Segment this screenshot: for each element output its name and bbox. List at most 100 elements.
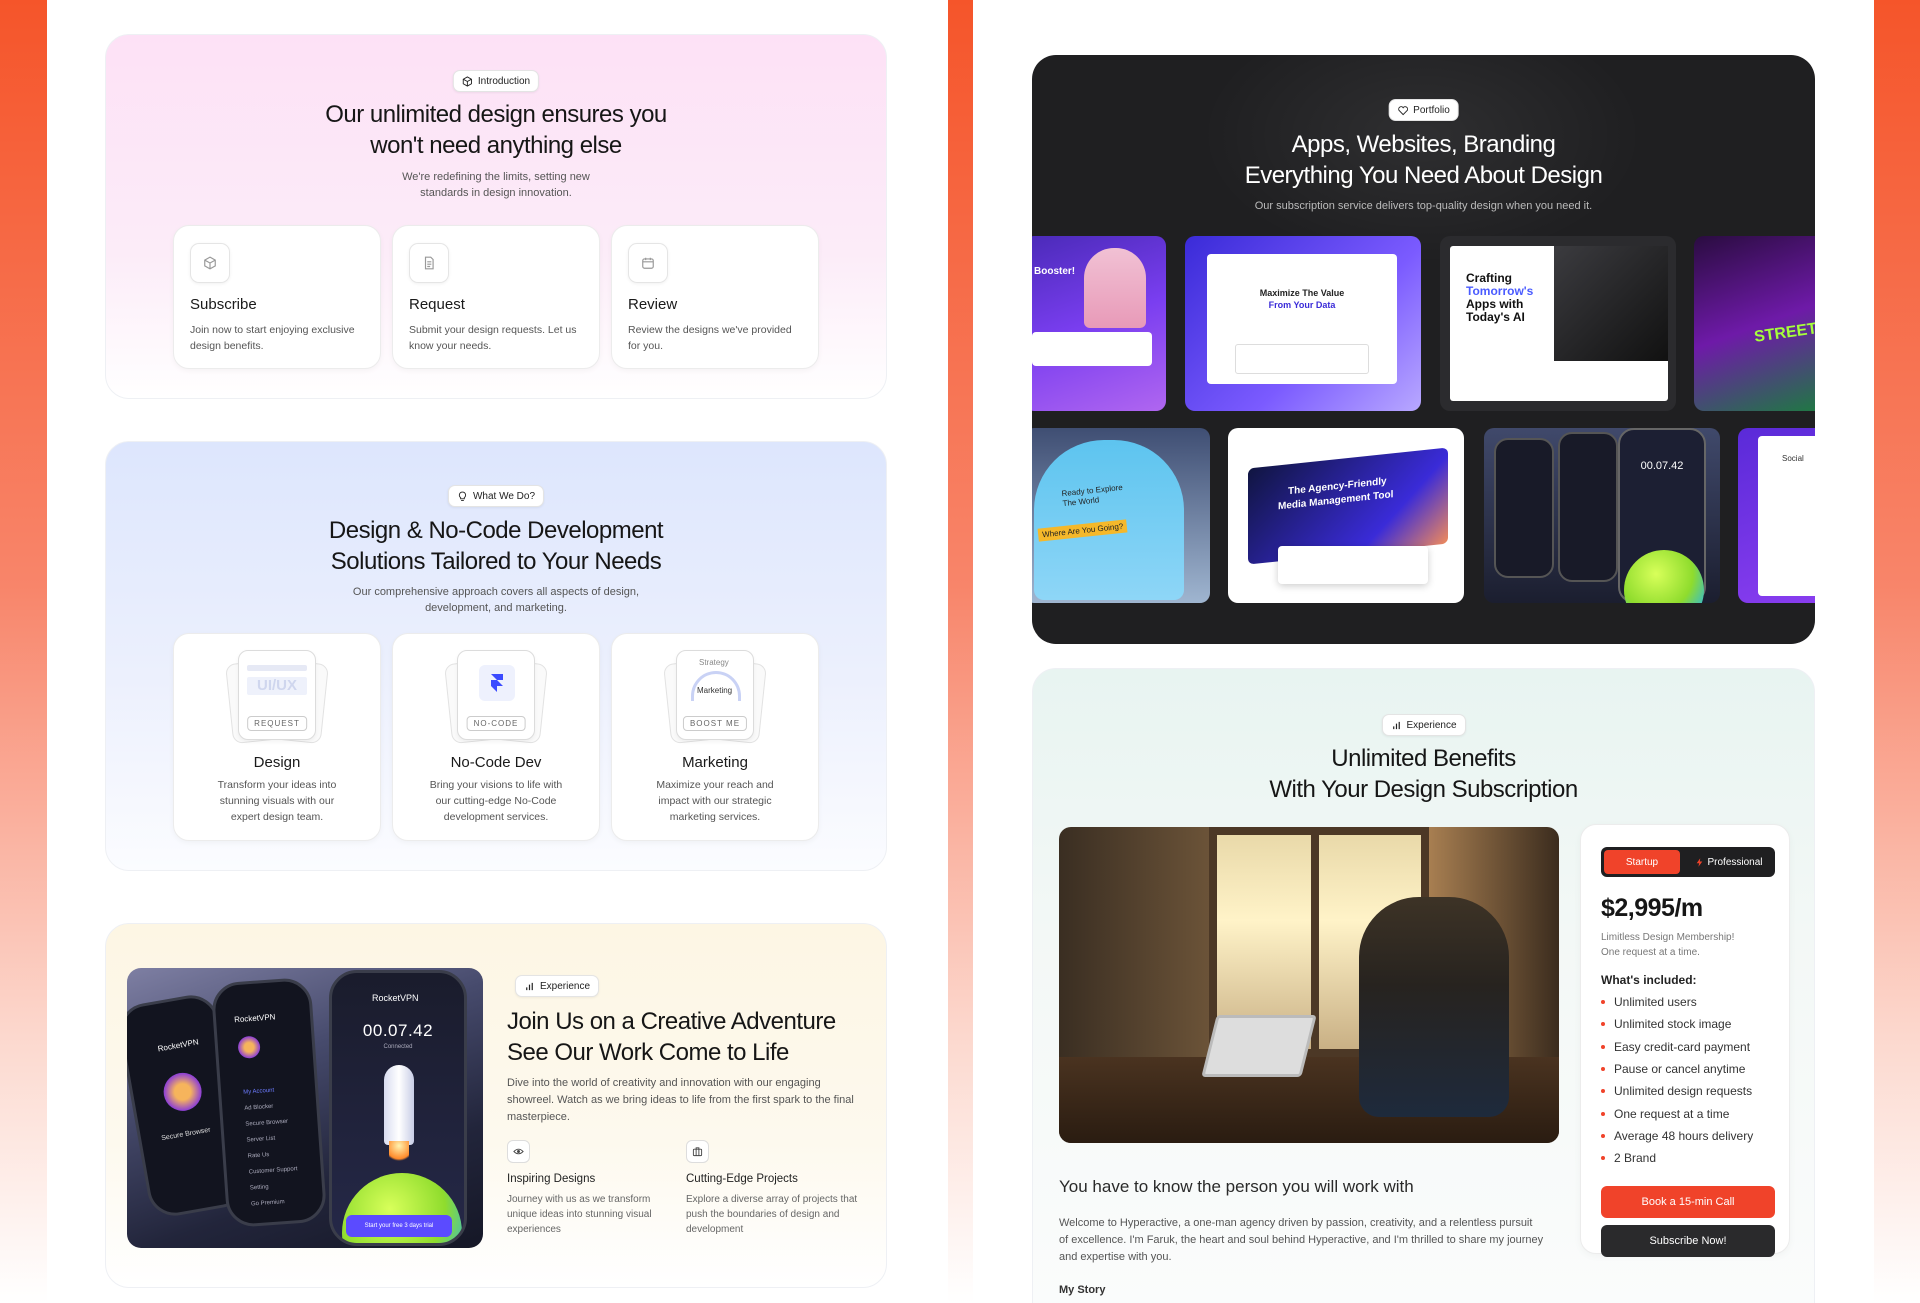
book-call-button[interactable]: Book a 15-min Call [1601,1186,1775,1218]
intro-title: Our unlimited design ensures you won't n… [106,99,886,161]
feature-inspiring: Inspiring Designs Journey with us as we … [507,1140,675,1237]
shot-label: Today's AI [1466,310,1525,324]
boost-tag: BOOST ME [682,716,748,731]
framer-logo-icon [479,665,515,701]
shot-label: Maximize The Value [1259,288,1345,298]
showreel-badge-label: Experience [540,980,591,992]
calendar-icon [628,243,668,283]
phone-secure-label: Secure Browser [160,1126,212,1143]
portfolio-shot-social[interactable]: Social [1738,428,1815,603]
feature-cutting-edge: Cutting-Edge Projects Explore a diverse … [686,1140,861,1237]
feature-item: Unlimited users [1601,995,1697,1009]
avatar [237,1035,261,1059]
rocket-icon [384,1065,414,1145]
services-badge-label: What We Do? [472,490,536,502]
plan-desc-line1: Limitless Design Membership! [1601,932,1735,943]
phone-app-name: RocketVPN [157,1037,200,1054]
showreel-section: RocketVPN Secure Browser RocketVPN My Ac… [105,923,887,1288]
shot-label: STREET ART [1753,315,1815,346]
showreel-title-line2: See Our Work Come to Life [507,1039,789,1066]
right-panel: Portfolio Apps, Websites, Branding Every… [973,0,1874,1303]
service-card-design: UI/UX REQUEST Design Transform your idea… [173,633,381,841]
framer-illustration: NO-CODE [444,650,548,745]
phone-status: Connected [383,1044,413,1050]
intro-title-line1: Our unlimited design ensures you [325,101,667,128]
shot-chart [1235,344,1369,374]
shot-phone-image [1554,246,1668,361]
feature-item: Unlimited stock image [1601,1017,1731,1031]
rocket-flame [389,1141,409,1165]
portfolio-shot-streetart[interactable]: STREET ART [1694,236,1815,411]
feature-item: Pause or cancel anytime [1601,1062,1745,1076]
portfolio-shot-travel[interactable]: Ready to Explore The World Where Are You… [1032,428,1210,603]
phone-app-name: RocketVPN [372,993,419,1003]
portfolio-title: Apps, Websites, Branding Everything You … [1032,129,1815,191]
feature-title: Cutting-Edge Projects [686,1173,798,1185]
intro-section: Introduction Our unlimited design ensure… [105,34,887,399]
portfolio-section: Portfolio Apps, Websites, Branding Every… [1032,55,1815,644]
portfolio-shot-agency[interactable]: The Agency-Friendly Media Management Too… [1228,428,1464,603]
planet-icon [1624,550,1704,603]
portfolio-shot-data[interactable]: Maximize The Value From Your Data [1185,236,1421,411]
bar-chart-icon [526,982,533,990]
portfolio-subtitle: Our subscription service delivers top-qu… [1254,200,1593,212]
services-section: What We Do? Design & No-Code Development… [105,441,887,871]
showreel-badge: Experience [515,975,600,997]
trial-button[interactable]: Start your free 3 days trial [346,1215,452,1237]
subscribe-button[interactable]: Subscribe Now! [1601,1225,1775,1257]
feature-desc: Explore a diverse array of projects that… [686,1194,858,1235]
included-label: What's included: [1601,973,1697,987]
founder-photo [1059,827,1559,1143]
document-icon [409,243,449,283]
benefits-title-line1: Unlimited Benefits [1331,745,1516,772]
intro-subtitle-line2: standards in design innovation. [420,187,572,199]
step-title: Review [628,296,678,313]
plan-desc: Limitless Design Membership! One request… [1601,930,1734,960]
menu-item: Secure Browser [245,1118,289,1128]
tab-professional[interactable]: Professional [1687,850,1772,874]
services-subtitle: Our comprehensive approach covers all as… [316,584,676,616]
strategy-label: Strategy [699,658,729,667]
showreel-title: Join Us on a Creative Adventure See Our … [507,1006,836,1068]
step-card-subscribe: Subscribe Join now to start enjoying exc… [173,225,381,369]
services-subtitle-line2: development, and marketing. [425,602,567,614]
service-desc: Transform your ideas into stunning visua… [217,779,337,823]
step-title: Request [409,296,465,313]
portfolio-shot-crafting[interactable]: Crafting Tomorrow's Apps with Today's AI [1440,236,1676,411]
portfolio-shot-vpn[interactable]: 00.07.42 [1484,428,1720,603]
showreel-image[interactable]: RocketVPN Secure Browser RocketVPN My Ac… [127,968,483,1248]
uiux-illustration: UI/UX REQUEST [225,650,329,745]
eye-icon [507,1140,530,1163]
intro-subtitle: We're redefining the limits, setting new… [366,169,626,201]
services-title-line1: Design & No-Code Development [328,517,664,544]
portfolio-shot-booster[interactable]: Booster! [1032,236,1166,411]
heart-icon [1397,105,1408,115]
benefits-title-line2: With Your Design Subscription [1269,776,1578,803]
feature-item: 2 Brand [1601,1151,1656,1165]
shot-window: Maximize The Value From Your Data [1207,254,1397,384]
person-heading: You have to know the person you will wor… [1059,1177,1414,1196]
step-card-request: Request Submit your design requests. Let… [392,225,600,369]
benefits-badge: Experience [1381,714,1466,736]
shot-label: 00.07.42 [1640,460,1684,472]
shot-panel [1032,332,1152,366]
portfolio-title-line1: Apps, Websites, Branding [1291,131,1556,158]
intro-subtitle-line1: We're redefining the limits, setting new [402,171,590,183]
person-desc: Welcome to Hyperactive, a one-man agency… [1059,1217,1544,1263]
price: $2,995/m [1601,894,1703,922]
lightbulb-icon [458,491,467,501]
service-card-marketing: Strategy Marketing BOOST ME Marketing Ma… [611,633,819,841]
cube-icon [190,243,230,283]
shot-label: Booster! [1034,266,1076,277]
service-card-nocode: NO-CODE No-Code Dev Bring your visions t… [392,633,600,841]
step-card-review: Review Review the designs we've provided… [611,225,819,369]
tab-startup[interactable]: Startup [1604,850,1680,874]
showreel-desc: Dive into the world of creativity and in… [507,1077,854,1123]
shot-phone-b [1558,432,1618,582]
portfolio-badge-label: Portfolio [1413,104,1450,116]
service-desc: Maximize your reach and impact with our … [656,779,774,823]
uiux-art-text: UI/UX [247,677,307,695]
marketing-label: Marketing [697,686,733,695]
service-title: No-Code Dev [450,754,542,771]
services-title-line2: Solutions Tailored to Your Needs [330,548,662,575]
